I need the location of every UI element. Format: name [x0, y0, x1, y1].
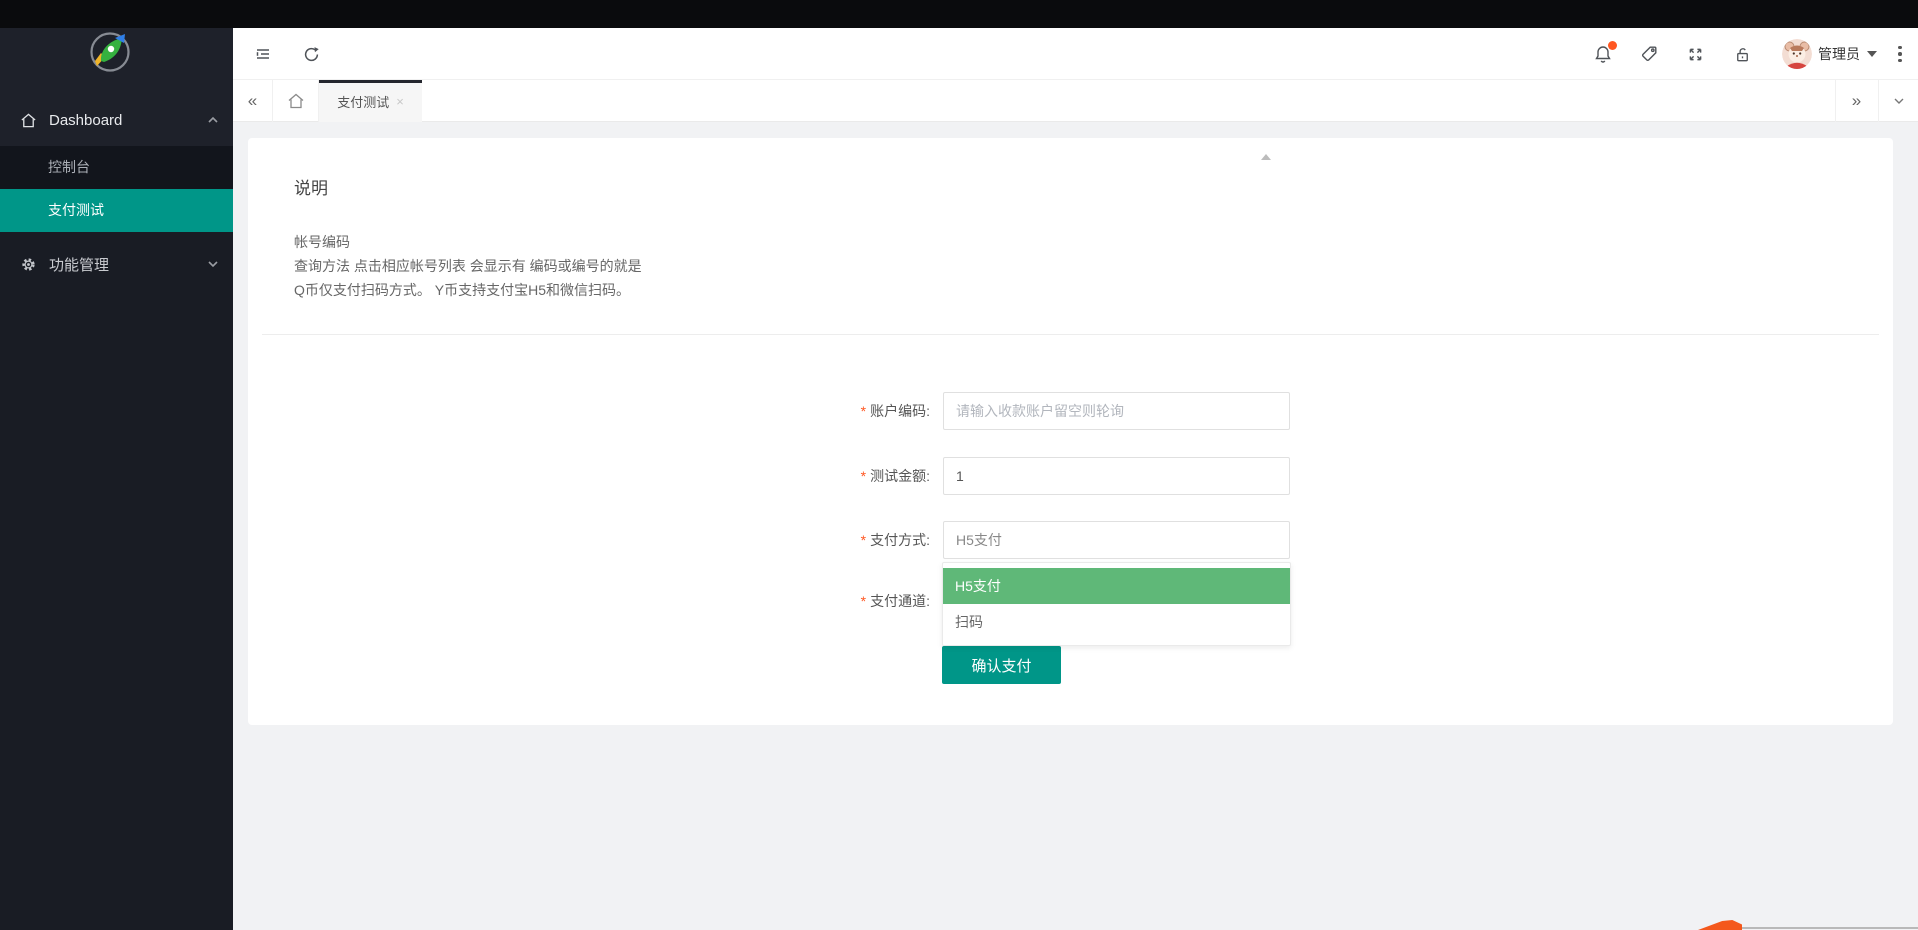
tabs-scroll-left-button[interactable]: « [233, 80, 273, 122]
sidebar-item-console[interactable]: 控制台 [0, 146, 233, 189]
tab-home-button[interactable] [274, 80, 319, 122]
account-code-input[interactable] [943, 392, 1290, 430]
tab-bar: « 支付测试 × » [233, 80, 1918, 122]
tab-label: 支付测试 [337, 92, 389, 111]
more-options-button[interactable] [1880, 28, 1918, 80]
sidebar-item-label: 功能管理 [49, 254, 207, 275]
sidebar-submenu: 控制台 支付测试 [0, 146, 233, 232]
dropdown-option-h5[interactable]: H5支付 [943, 568, 1290, 604]
payment-method-dropdown: H5支付 扫码 [942, 562, 1291, 646]
confirm-payment-button[interactable]: 确认支付 [942, 646, 1061, 684]
window-top-strip [0, 0, 1918, 28]
app-root: Dashboard 控制台 支付测试 功能管理 [0, 0, 1918, 930]
notification-badge [1608, 41, 1617, 50]
refresh-icon [302, 45, 321, 64]
tags-button[interactable] [1629, 28, 1669, 80]
test-amount-input[interactable] [943, 457, 1290, 495]
top-header: 管理员 [233, 28, 1918, 80]
caret-down-icon [1867, 51, 1877, 57]
field-label: *测试金额: [768, 457, 930, 495]
required-mark: * [861, 532, 866, 548]
more-vertical-icon [1898, 46, 1902, 63]
double-chevron-right-icon: » [1852, 91, 1861, 111]
required-mark: * [861, 468, 866, 484]
fullscreen-icon [1686, 45, 1705, 64]
lock-button[interactable] [1722, 28, 1762, 80]
collapse-menu-icon [253, 44, 273, 64]
sidebar-item-label: Dashboard [49, 112, 207, 129]
bottom-scroll-line [1734, 927, 1918, 929]
form-row-method: *支付方式: [248, 521, 1348, 559]
required-mark: * [861, 403, 866, 419]
dropdown-option-scan[interactable]: 扫码 [943, 604, 1290, 640]
section-divider [262, 334, 1879, 335]
avatar-image [1782, 39, 1812, 69]
content-card: 说明 帐号编码 查询方法 点击相应帐号列表 会显示有 编码或编号的就是 Q币仅支… [248, 138, 1893, 725]
home-icon [286, 91, 306, 111]
instructions-text: 帐号编码 查询方法 点击相应帐号列表 会显示有 编码或编号的就是 Q币仅支付扫码… [294, 230, 642, 302]
gear-icon [20, 256, 37, 273]
sidebar-item-function-mgmt[interactable]: 功能管理 [0, 240, 233, 288]
sidebar-item-payment-test[interactable]: 支付测试 [0, 189, 233, 232]
user-menu[interactable]: 管理员 [1818, 28, 1877, 80]
tabs-scroll-right-button[interactable]: » [1835, 80, 1877, 122]
lock-icon [1733, 45, 1752, 64]
user-name: 管理员 [1818, 44, 1860, 64]
sidebar: Dashboard 控制台 支付测试 功能管理 [0, 28, 233, 930]
hidden-widget-orange-tip [1698, 920, 1742, 930]
sidebar-item-dashboard[interactable]: Dashboard [0, 96, 233, 144]
refresh-button[interactable] [291, 28, 331, 80]
field-label: *账户编码: [768, 392, 930, 430]
chevron-down-icon [1892, 94, 1906, 108]
tab-payment-test[interactable]: 支付测试 × [319, 80, 422, 122]
form-row-account: *账户编码: [248, 392, 1348, 430]
payment-method-select[interactable] [943, 521, 1290, 559]
main-content: 说明 帐号编码 查询方法 点击相应帐号列表 会显示有 编码或编号的就是 Q币仅支… [233, 122, 1918, 930]
required-mark: * [861, 593, 866, 609]
rocket-logo-icon [88, 30, 132, 74]
fullscreen-button[interactable] [1675, 28, 1715, 80]
chevron-up-icon [207, 114, 219, 126]
user-avatar[interactable] [1782, 39, 1812, 69]
notifications-button[interactable] [1583, 28, 1623, 80]
form-row-amount: *测试金额: [248, 457, 1348, 495]
home-icon [20, 112, 37, 129]
app-logo[interactable] [88, 30, 132, 74]
section-title: 说明 [294, 174, 328, 199]
note-line: 查询方法 点击相应帐号列表 会显示有 编码或编号的就是 [294, 254, 642, 278]
double-chevron-left-icon: « [248, 91, 257, 111]
chevron-down-icon [207, 258, 219, 270]
tab-close-icon[interactable]: × [396, 94, 404, 109]
field-label: *支付方式: [768, 521, 930, 559]
note-line: Q币仅支付扫码方式。 Y币支持支付宝H5和微信扫码。 [294, 278, 642, 302]
note-line: 帐号编码 [294, 230, 642, 254]
field-label: *支付通道: [768, 582, 930, 620]
active-tab-indicator [319, 80, 422, 83]
tag-icon [1639, 44, 1659, 64]
tabs-menu-button[interactable] [1878, 80, 1918, 122]
collapse-menu-button[interactable] [243, 28, 283, 80]
select-arrow-up-icon [1261, 154, 1271, 160]
